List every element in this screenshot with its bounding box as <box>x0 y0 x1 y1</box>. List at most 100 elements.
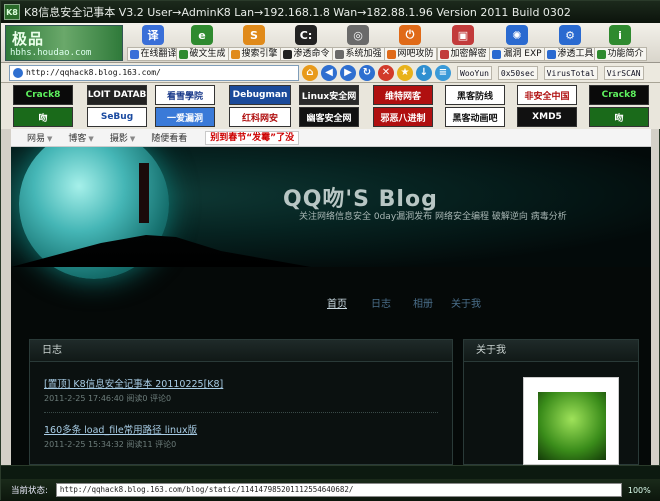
toolbar-label-text: 渗透工具 <box>557 49 594 59</box>
status-bar: 当前状态: http://qqhack8.blog.163.com/blog/s… <box>1 479 660 501</box>
about-panel-heading: 关于我 <box>464 340 638 362</box>
toolbar-button[interactable]: ⏻ 网吧攻防 <box>383 25 437 61</box>
site-banner[interactable]: 幽客安全网 <box>299 107 359 127</box>
toolbar-button[interactable]: 译在线翻译 <box>126 25 180 61</box>
tools-icon: ⚙ <box>559 25 581 45</box>
site-banner[interactable]: Debugman <box>229 85 291 105</box>
toolbar-button-label: 漏洞 EXP <box>489 47 545 61</box>
label-bullet-icon <box>439 49 449 59</box>
site-banner[interactable]: 吻 <box>13 107 73 127</box>
title-bar[interactable]: K8 K8信息安全记事本 V3.2 User→AdminK8 Lan→192.1… <box>1 1 660 23</box>
lock-icon: ▣ <box>452 25 474 45</box>
nav-blog[interactable]: 博客 ▼ <box>68 131 93 144</box>
toolbar-button-label: 网吧攻防 <box>383 47 437 61</box>
log-panel-heading: 日志 <box>30 340 452 362</box>
shield-icon: S <box>243 25 265 45</box>
site-banner[interactable]: 黑客动画吧 <box>445 107 505 127</box>
toolbar-button-label: 加密解密 <box>436 47 490 61</box>
site-banner[interactable]: Crack8 <box>13 85 73 105</box>
toolbar-label-text: 系统加强 <box>345 49 382 59</box>
brand-logo-url: hbhs.houdao.com <box>10 48 92 58</box>
refresh-icon[interactable]: ↻ <box>359 64 375 81</box>
favorite-icon[interactable]: ★ <box>397 64 413 81</box>
log-entry-meta: 2011-2-25 17:46:40 阅读0 评论0 <box>44 394 172 403</box>
site-banner[interactable]: 吻 <box>589 107 649 127</box>
toolbar-label-text: 漏洞 EXP <box>503 49 542 59</box>
toolbar-button[interactable]: i 功能简介 <box>593 25 647 61</box>
site-banner[interactable]: XMD5 <box>517 107 577 127</box>
log-entry-title[interactable]: [置顶] K8信息安全记事本 20110225[K8] <box>44 376 434 390</box>
menu-log[interactable]: 日志 <box>371 295 391 310</box>
blog-subtitle: 关注网络信息安全 0day漏洞发布 网络安全编程 破解逆向 病毒分析 <box>299 212 567 222</box>
toolbar-button[interactable]: ⚙ 渗透工具 <box>543 25 597 61</box>
log-panel: 日志 [置顶] K8信息安全记事本 20110225[K8] 2011-2-25… <box>29 339 453 465</box>
nav-photo[interactable]: 摄影 ▼ <box>110 131 135 144</box>
toolbar-button[interactable]: S 搜索引擎 <box>227 25 281 61</box>
quick-link-virustotal[interactable]: VirusTotal <box>543 65 598 80</box>
site-banner[interactable]: 非安全中国 <box>517 85 577 105</box>
label-bullet-icon <box>282 49 292 59</box>
address-input[interactable]: http://qqhack8.blog.163.com/ <box>9 64 299 81</box>
toolbar-button[interactable]: ✺ 漏洞 EXP <box>489 25 545 61</box>
site-banner[interactable]: SeBug <box>87 107 147 127</box>
site-banner[interactable]: 红科网安 <box>229 107 291 127</box>
ie-icon: e <box>191 25 213 45</box>
promo-link[interactable]: 别到春节“发霉”了没 <box>205 130 300 145</box>
toolbar-button-label: 破文生成 <box>175 47 229 61</box>
main-toolbar: 极品 hbhs.houdao.com 译在线翻译 e 破文生成 S 搜索引擎 C: 渗透命令… <box>1 23 660 63</box>
download-icon[interactable]: ↓ <box>416 64 432 81</box>
quick-link-0x50sec[interactable]: 0x50sec <box>497 65 538 80</box>
site-banner[interactable]: 看雪學院 <box>155 85 215 105</box>
disc-icon: ◎ <box>347 25 369 45</box>
toolbar-label-text: 破文生成 <box>189 49 226 59</box>
history-icon[interactable]: ≡ <box>435 64 451 81</box>
menu-album[interactable]: 相册 <box>413 295 433 310</box>
site-banner[interactable]: 邪恶八进制 <box>373 107 433 127</box>
toolbar-button-label: 渗透工具 <box>543 47 597 61</box>
toolbar-button[interactable]: C: 渗透命令 <box>279 25 333 61</box>
site-banner[interactable]: EXPLOIT DATABASE <box>87 85 147 105</box>
bug-icon: ✺ <box>506 25 528 45</box>
quick-link-virscan[interactable]: VirSCAN <box>603 65 644 80</box>
home-icon[interactable]: ⌂ <box>302 64 318 81</box>
terminal-icon: C: <box>295 25 317 45</box>
menu-home[interactable]: 首页 <box>327 295 347 310</box>
label-bullet-icon <box>230 49 240 59</box>
avatar[interactable] <box>523 377 619 465</box>
forward-icon[interactable]: ▶ <box>340 64 356 81</box>
toolbar-label-text: 网吧攻防 <box>397 49 434 59</box>
power-icon: ⏻ <box>399 25 421 45</box>
site-banner[interactable]: 黑客防线 <box>445 85 505 105</box>
stop-icon[interactable]: ✕ <box>378 64 394 81</box>
status-url: http://qqhack8.blog.163.com/blog/static/… <box>55 483 622 497</box>
log-entry-meta: 2011-2-25 15:34:32 阅读11 评论0 <box>44 440 177 449</box>
window-title: K8信息安全记事本 V3.2 User→AdminK8 Lan→192.168.… <box>24 6 571 19</box>
zoom-level[interactable]: 100% <box>628 486 651 495</box>
address-row: http://qqhack8.blog.163.com/ ⌂ ◀ ▶ ↻ ✕ ★… <box>1 63 660 83</box>
site-banner[interactable]: Linux安全网 <box>299 85 359 105</box>
menu-about[interactable]: 关于我 <box>451 295 481 310</box>
toolbar-label-text: 在线翻译 <box>140 49 177 59</box>
log-entry-title[interactable]: 160多条 load_file常用路径 linux版 <box>44 422 434 436</box>
back-icon[interactable]: ◀ <box>321 64 337 81</box>
toolbar-button[interactable]: ▣ 加密解密 <box>436 25 490 61</box>
nav-netease[interactable]: 网易 ▼ <box>27 131 52 144</box>
label-bullet-icon <box>178 49 188 59</box>
nav-browse[interactable]: 随便看看 <box>151 131 187 144</box>
site-banner[interactable]: 一爱漏洞 <box>155 107 215 127</box>
entry-separator <box>44 412 438 413</box>
avatar-image <box>538 392 606 460</box>
ie-icon <box>13 67 23 78</box>
app-window: K8 K8信息安全记事本 V3.2 User→AdminK8 Lan→192.1… <box>0 0 660 501</box>
quick-link-wooyun[interactable]: WooYun <box>457 65 492 80</box>
character-silhouette <box>139 163 149 223</box>
toolbar-button[interactable]: e 破文生成 <box>175 25 229 61</box>
site-banner[interactable]: Crack8 <box>589 85 649 105</box>
toolbar-button-label: 渗透命令 <box>279 47 333 61</box>
label-bullet-icon <box>386 49 396 59</box>
info-icon: i <box>609 25 631 45</box>
toolbar-button[interactable]: ◎ 系统加强 <box>331 25 385 61</box>
toolbar-label-text: 渗透命令 <box>293 49 330 59</box>
toolbar-button-label: 搜索引擎 <box>227 47 281 61</box>
site-banner[interactable]: 维特网客 <box>373 85 433 105</box>
